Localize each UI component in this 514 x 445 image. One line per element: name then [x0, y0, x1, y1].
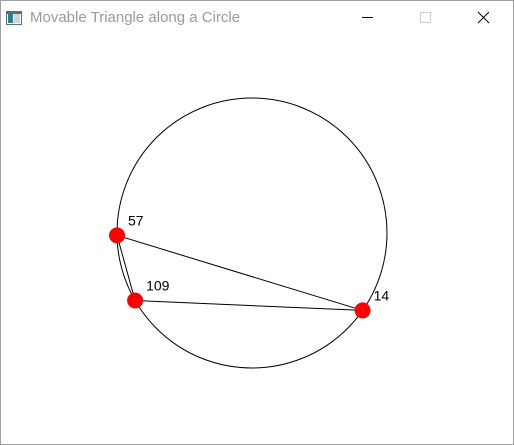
vertex-label: 14 [374, 287, 390, 303]
app-window: Movable Triangle along a Circle 57 109 14 [0, 0, 514, 445]
close-button[interactable] [460, 1, 506, 35]
window-title: Movable Triangle along a Circle [30, 9, 241, 26]
vertex-handle[interactable] [127, 292, 144, 309]
title-bar[interactable]: Movable Triangle along a Circle [1, 1, 513, 35]
triangle-edge [116, 234, 363, 311]
vertex-handle[interactable] [354, 302, 371, 319]
vertex-label: 57 [128, 212, 144, 228]
window-app-icon[interactable] [6, 11, 22, 25]
vertex-label: 109 [146, 278, 170, 294]
guide-circle [116, 97, 388, 369]
triangle-edge [135, 300, 363, 311]
close-icon [477, 11, 490, 24]
vertex-handle[interactable] [109, 227, 126, 244]
triangle-edge [116, 235, 136, 301]
drawing-canvas[interactable]: 57 109 14 [1, 35, 513, 444]
maximize-button[interactable] [402, 1, 448, 35]
minimize-button[interactable] [344, 1, 390, 35]
maximize-icon [420, 12, 431, 23]
minimize-icon [362, 17, 373, 18]
